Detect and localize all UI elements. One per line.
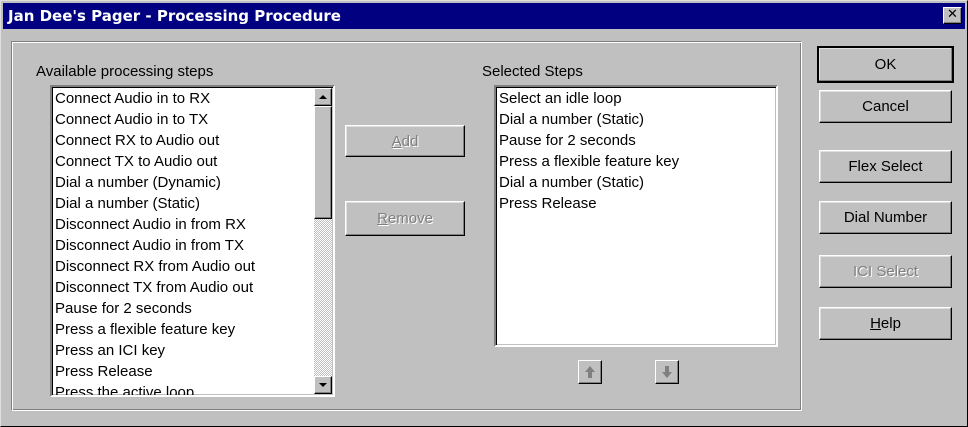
scroll-up-button[interactable]	[314, 88, 332, 106]
list-item[interactable]: Press a flexible feature key	[499, 151, 776, 172]
scroll-down-button[interactable]	[314, 376, 332, 394]
window-title: Jan Dee's Pager - Processing Procedure	[8, 7, 341, 25]
list-item[interactable]: Press the active loop	[55, 382, 333, 395]
list-item[interactable]: Dial a number (Dynamic)	[55, 172, 333, 193]
ici-select-button[interactable]: ICI Select	[819, 255, 952, 288]
dialog-window: Jan Dee's Pager - Processing Procedure ✕…	[0, 0, 968, 427]
available-steps-items: Connect Audio in to RX Connect Audio in t…	[52, 87, 333, 395]
arrow-up-icon	[585, 366, 595, 378]
flex-select-button[interactable]: Flex Select	[819, 150, 952, 183]
cancel-button[interactable]: Cancel	[819, 90, 952, 123]
list-item[interactable]: Select an idle loop	[499, 88, 776, 109]
arrow-down-icon	[662, 366, 672, 378]
available-steps-label: Available processing steps	[36, 63, 214, 80]
selected-steps-items: Select an idle loop Dial a number (Static…	[496, 87, 776, 214]
list-item[interactable]: Dial a number (Static)	[499, 109, 776, 130]
list-item[interactable]: Press an ICI key	[55, 340, 333, 361]
remove-button[interactable]: Remove	[345, 201, 465, 236]
list-item[interactable]: Disconnect Audio in from TX	[55, 235, 333, 256]
available-steps-list[interactable]: Connect Audio in to RX Connect Audio in t…	[50, 85, 335, 397]
title-bar[interactable]: Jan Dee's Pager - Processing Procedure ✕	[3, 3, 965, 29]
list-item[interactable]: Dial a number (Static)	[499, 172, 776, 193]
ok-button[interactable]: OK	[817, 46, 954, 83]
selected-steps-list[interactable]: Select an idle loop Dial a number (Static…	[494, 85, 778, 347]
move-down-button[interactable]	[655, 360, 679, 384]
available-steps-scrollbar[interactable]	[314, 88, 332, 394]
list-item[interactable]: Dial a number (Static)	[55, 193, 333, 214]
help-button[interactable]: Help	[819, 307, 952, 340]
move-up-button[interactable]	[578, 360, 602, 384]
scroll-up-icon	[319, 95, 327, 99]
add-button[interactable]: Add	[345, 125, 465, 157]
selected-steps-label: Selected Steps	[482, 63, 583, 80]
list-item[interactable]: Disconnect Audio in from RX	[55, 214, 333, 235]
list-item[interactable]: Pause for 2 seconds	[499, 130, 776, 151]
list-item[interactable]: Press Release	[499, 193, 776, 214]
list-item[interactable]: Connect Audio in to TX	[55, 109, 333, 130]
scroll-down-icon	[319, 383, 327, 387]
list-item[interactable]: Disconnect RX from Audio out	[55, 256, 333, 277]
list-item[interactable]: Connect RX to Audio out	[55, 130, 333, 151]
list-item[interactable]: Press Release	[55, 361, 333, 382]
list-item[interactable]: Connect TX to Audio out	[55, 151, 333, 172]
close-button[interactable]: ✕	[943, 7, 962, 24]
scroll-thumb[interactable]	[314, 106, 332, 219]
list-item[interactable]: Disconnect TX from Audio out	[55, 277, 333, 298]
list-item[interactable]: Connect Audio in to RX	[55, 88, 333, 109]
dial-number-button[interactable]: Dial Number	[819, 201, 952, 234]
list-item[interactable]: Pause for 2 seconds	[55, 298, 333, 319]
close-icon: ✕	[947, 7, 958, 22]
list-item[interactable]: Press a flexible feature key	[55, 319, 333, 340]
